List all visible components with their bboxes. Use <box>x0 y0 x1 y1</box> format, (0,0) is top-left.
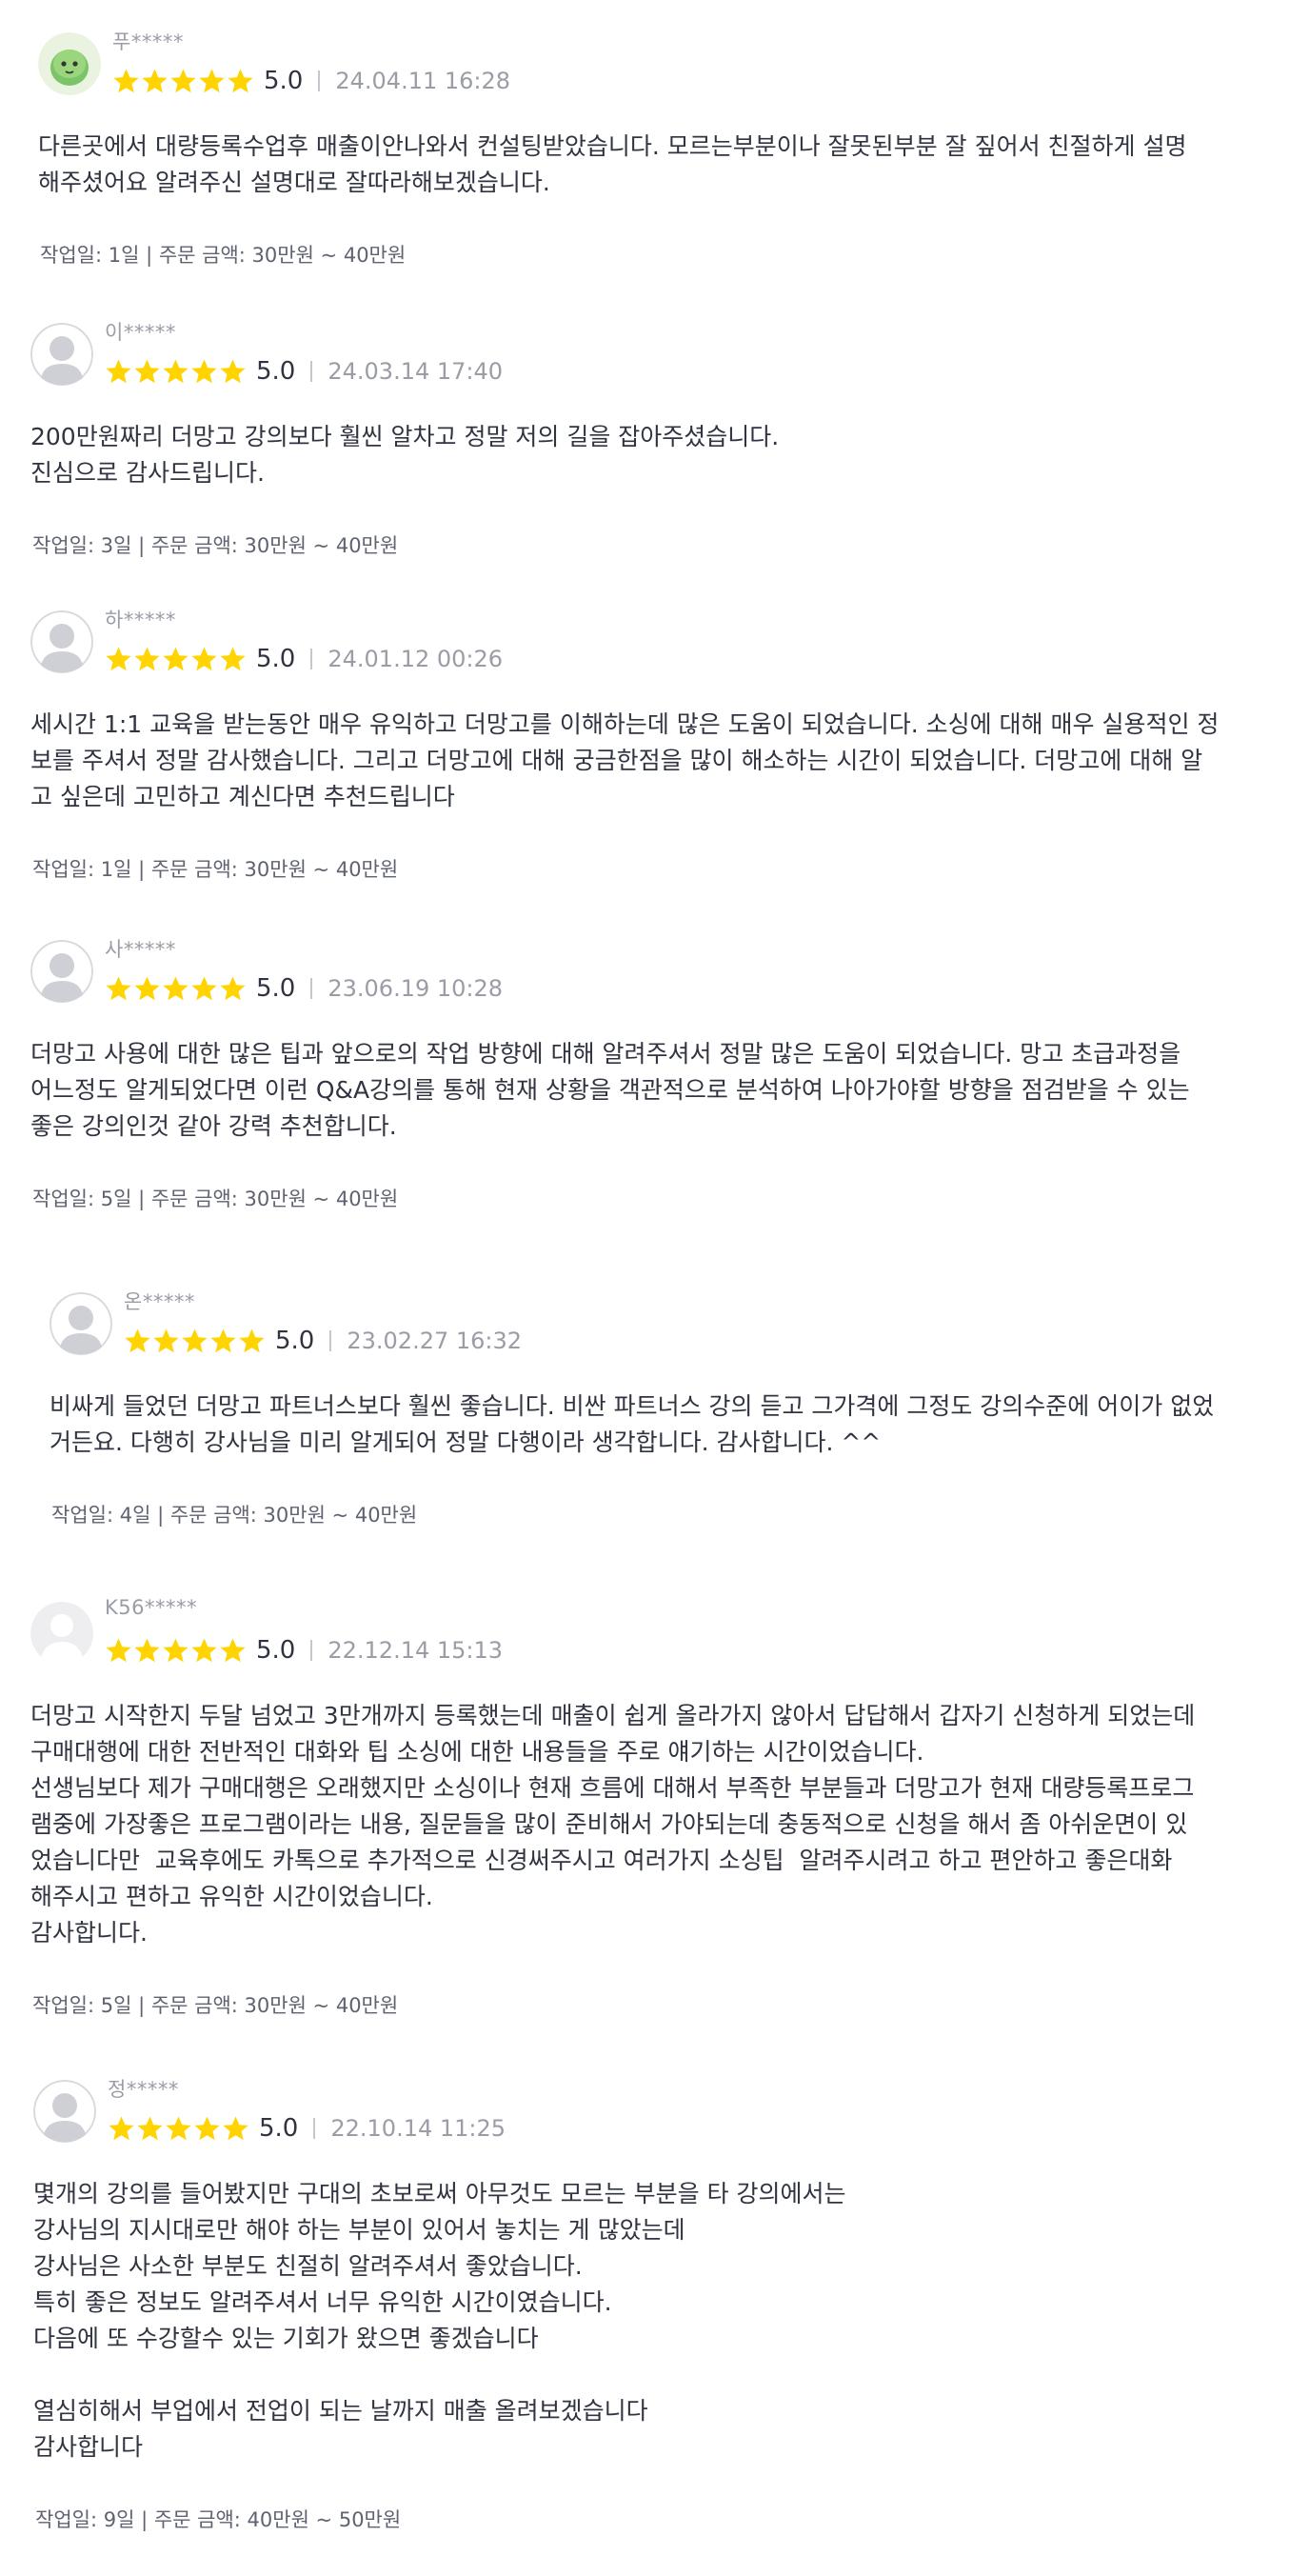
star-icon <box>134 647 160 670</box>
star-icon <box>153 1328 179 1352</box>
review-date: 23.02.27 16:32 <box>347 1328 523 1354</box>
divider <box>329 1330 332 1351</box>
star-icon <box>228 69 253 92</box>
star-icon <box>210 1328 236 1352</box>
reviewer-name: K56***** <box>105 1596 197 1619</box>
rating-score: 5.0 <box>264 67 304 95</box>
star-icon <box>191 1638 217 1662</box>
star-icon <box>113 69 139 92</box>
divider <box>310 649 313 669</box>
rating-row: 5.0 22.10.14 11:25 <box>108 2112 506 2145</box>
rating-score: 5.0 <box>256 357 296 386</box>
star-icon <box>194 2116 220 2140</box>
review-date: 23.06.19 10:28 <box>328 975 504 1002</box>
order-info: 작업일: 5일 | 주문 금액: 30만원 ~ 40만원 <box>32 1994 399 2017</box>
review-text: 비싸게 들었던 더망고 파트너스보다 훨씬 좋습니다. 비싼 파트너스 강의 듣… <box>50 1392 1215 1456</box>
star-icon <box>134 976 160 1000</box>
divider <box>310 361 313 382</box>
rating-row: 5.0 24.03.14 17:40 <box>105 355 503 388</box>
reviewer-name: 푸***** <box>112 30 184 53</box>
star-icon <box>220 359 246 383</box>
rating-score: 5.0 <box>259 2114 299 2143</box>
avatar-default-icon <box>30 940 93 1003</box>
rating-row: 5.0 22.12.14 15:13 <box>105 1634 503 1667</box>
avatar-default-icon <box>33 2080 96 2143</box>
avatar-default-icon <box>30 1602 93 1665</box>
star-icon <box>220 976 246 1000</box>
star-icon <box>220 1638 246 1662</box>
star-rating <box>124 1328 266 1355</box>
rating-score: 5.0 <box>256 974 296 1003</box>
reviewer-name: 온***** <box>124 1290 195 1313</box>
avatar-character-icon <box>38 32 101 95</box>
star-icon <box>109 2116 134 2140</box>
star-icon <box>191 359 217 383</box>
star-icon <box>223 2116 248 2140</box>
review-date: 24.03.14 17:40 <box>328 358 504 385</box>
rating-row: 5.0 23.06.19 10:28 <box>105 972 503 1005</box>
star-icon <box>106 647 131 670</box>
star-icon <box>220 647 246 670</box>
divider <box>310 978 313 999</box>
review-text: 다른곳에서 대량등록수업후 매출이안나와서 컨설팅받았습니다. 모르는부분이나 … <box>38 132 1187 196</box>
star-rating <box>105 975 247 1003</box>
rating-score: 5.0 <box>256 1636 296 1665</box>
rating-score: 5.0 <box>256 645 296 673</box>
review-date: 24.04.11 16:28 <box>335 68 511 94</box>
order-info: 작업일: 1일 | 주문 금액: 30만원 ~ 40만원 <box>40 244 407 267</box>
rating-score: 5.0 <box>275 1327 315 1355</box>
review-date: 22.10.14 11:25 <box>330 2115 506 2142</box>
rating-row: 5.0 23.02.27 16:32 <box>124 1325 522 1357</box>
star-icon <box>134 359 160 383</box>
order-info: 작업일: 4일 | 주문 금액: 30만원 ~ 40만원 <box>51 1504 418 1527</box>
rating-row: 5.0 24.04.11 16:28 <box>112 65 510 97</box>
star-rating <box>105 358 247 386</box>
star-icon <box>137 2116 163 2140</box>
reviewer-name: 하***** <box>105 609 176 631</box>
star-icon <box>106 1638 131 1662</box>
star-rating <box>105 1637 247 1665</box>
review-date: 22.12.14 15:13 <box>328 1637 504 1664</box>
avatar-default-icon <box>30 323 93 386</box>
star-icon <box>239 1328 265 1352</box>
order-info: 작업일: 5일 | 주문 금액: 30만원 ~ 40만원 <box>32 1188 399 1210</box>
order-info: 작업일: 9일 | 주문 금액: 40만원 ~ 50만원 <box>35 2508 402 2531</box>
star-icon <box>125 1328 150 1352</box>
review-text: 몇개의 강의를 들어봤지만 구대의 초보로써 아무것도 모르는 부분을 타 강의… <box>33 2180 846 2461</box>
avatar-default-icon <box>50 1292 112 1355</box>
review-text: 더망고 사용에 대한 많은 팁과 앞으로의 작업 방향에 대해 알려주셔서 정말… <box>30 1040 1190 1140</box>
star-rating <box>105 646 247 673</box>
avatar-default-icon <box>30 610 93 673</box>
star-icon <box>166 2116 191 2140</box>
star-icon <box>191 647 217 670</box>
star-icon <box>142 69 168 92</box>
star-icon <box>163 359 189 383</box>
star-icon <box>106 359 131 383</box>
star-icon <box>106 976 131 1000</box>
divider <box>313 2118 316 2139</box>
star-rating <box>112 68 254 95</box>
rating-row: 5.0 24.01.12 00:26 <box>105 643 503 675</box>
star-icon <box>199 69 225 92</box>
divider <box>318 70 321 91</box>
reviewer-name: 정***** <box>108 2078 179 2101</box>
review-text: 200만원짜리 더망고 강의보다 훨씬 알차고 정말 저의 길을 잡아주셨습니다… <box>30 423 780 487</box>
star-icon <box>170 69 196 92</box>
review-text: 세시간 1:1 교육을 받는동안 매우 유익하고 더망고를 이해하는데 많은 도… <box>30 710 1220 810</box>
star-icon <box>163 1638 189 1662</box>
star-icon <box>182 1328 208 1352</box>
review-date: 24.01.12 00:26 <box>328 646 504 672</box>
star-icon <box>191 976 217 1000</box>
star-icon <box>163 976 189 1000</box>
reviewer-name: 사***** <box>105 938 176 961</box>
star-icon <box>163 647 189 670</box>
star-icon <box>134 1638 160 1662</box>
star-rating <box>108 2115 249 2143</box>
reviewer-name: 이***** <box>105 321 176 344</box>
review-text: 더망고 시작한지 두달 넘었고 3만개까지 등록했는데 매출이 쉽게 올라가지 … <box>30 1702 1196 1947</box>
order-info: 작업일: 3일 | 주문 금액: 30만원 ~ 40만원 <box>32 534 399 557</box>
order-info: 작업일: 1일 | 주문 금액: 30만원 ~ 40만원 <box>32 858 399 881</box>
divider <box>310 1640 313 1661</box>
